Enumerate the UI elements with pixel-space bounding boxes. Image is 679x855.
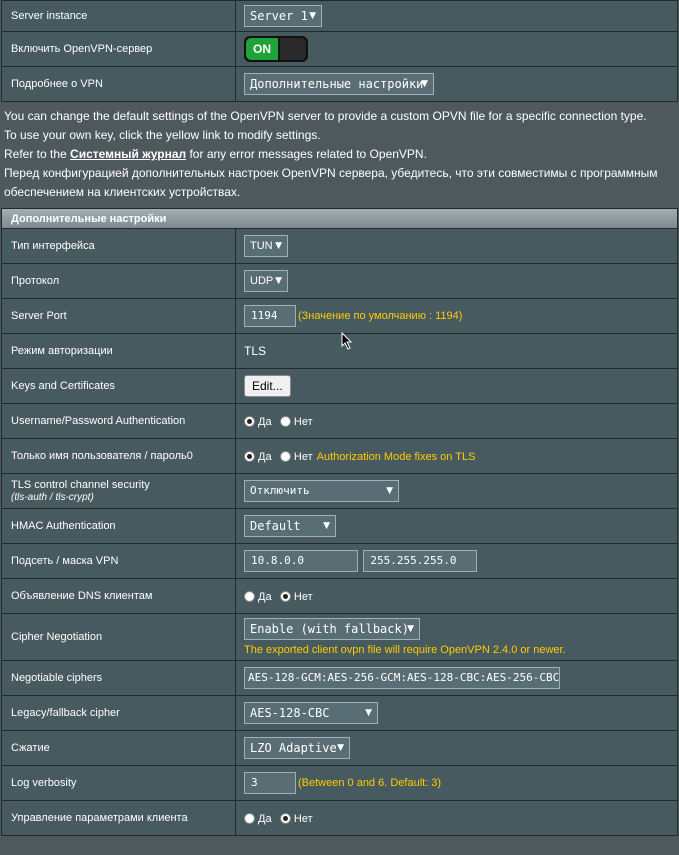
cipher-negotiation-select[interactable]: Enable (with fallback) ▼	[244, 618, 420, 640]
description-line: Refer to the Системный журнал for any er…	[4, 147, 427, 161]
description-block: You can change the default settings of t…	[0, 102, 679, 208]
description-line: Перед конфигурацией дополнительных настр…	[4, 166, 658, 199]
client-params-yes-radio[interactable]	[244, 813, 255, 825]
chevron-down-icon: ▼	[309, 11, 316, 21]
dns-no-radio[interactable]	[279, 591, 291, 603]
client-params-no-radio[interactable]	[279, 813, 291, 825]
log-verbosity-label: Log verbosity	[1, 765, 236, 801]
negotiable-ciphers-label: Negotiable ciphers	[1, 660, 236, 696]
userpass-yes-radio[interactable]	[244, 416, 255, 428]
useronly-auth-label: Только имя пользователя / пароль0	[1, 438, 236, 474]
keys-certificates-label: Keys and Certificates	[1, 368, 236, 404]
interface-type-label: Тип интерфейса	[1, 228, 236, 264]
userpass-auth-label: Username/Password Authentication	[1, 403, 236, 439]
log-verbosity-hint: (Between 0 and 6. Default: 3)	[298, 777, 442, 789]
chevron-down-icon: ▼	[407, 624, 414, 634]
tls-security-sublabel: (tls-auth / tls-crypt)	[11, 492, 94, 503]
chevron-down-icon: ▼	[323, 521, 330, 531]
interface-type-select[interactable]: TUN ▼	[244, 235, 288, 257]
log-verbosity-input[interactable]: 3	[244, 772, 296, 794]
chevron-down-icon: ▼	[421, 79, 428, 89]
negotiable-ciphers-input[interactable]: AES-128-GCM:AES-256-GCM:AES-128-CBC:AES-…	[244, 667, 560, 689]
dns-yes-radio[interactable]	[244, 591, 255, 603]
compression-select[interactable]: LZO Adaptive ▼	[244, 737, 350, 759]
hmac-auth-select[interactable]: Default ▼	[244, 515, 336, 537]
userpass-no-radio[interactable]	[279, 416, 291, 428]
chevron-down-icon: ▼	[365, 708, 372, 718]
auth-mode-label: Режим авторизации	[1, 333, 236, 369]
client-params-label: Управление параметрами клиента	[1, 800, 236, 836]
chevron-down-icon: ▼	[275, 276, 282, 286]
hmac-auth-label: HMAC Authentication	[1, 508, 236, 544]
advanced-settings-table: Тип интерфейса TUN ▼ Протокол UDP ▼ Server…	[1, 228, 678, 836]
useronly-yes-radio[interactable]	[244, 451, 255, 463]
vpn-details-select[interactable]: Дополнительные настройки ▼	[244, 73, 434, 95]
enable-openvpn-toggle[interactable]: ON	[244, 36, 308, 62]
cipher-negotiation-notice: The exported client ovpn file will requi…	[244, 644, 566, 656]
tls-security-select[interactable]: Отключить ▼	[244, 480, 399, 502]
tls-security-label: TLS control channel security (tls-auth / …	[1, 473, 236, 509]
top-settings-table: Server instance Server 1 ▼ Включить OpenV…	[1, 0, 678, 102]
vpn-subnet-input[interactable]: 10.8.0.0	[244, 550, 358, 572]
protocol-select[interactable]: UDP ▼	[244, 270, 288, 292]
description-line: You can change the default settings of t…	[4, 109, 647, 123]
chevron-down-icon: ▼	[386, 486, 393, 496]
useronly-hint: Authorization Mode fixes on TLS	[316, 450, 476, 463]
server-port-label: Server Port	[1, 298, 236, 334]
vpn-subnet-label: Подсеть / маска VPN	[1, 543, 236, 579]
vpn-mask-input[interactable]: 255.255.255.0	[363, 550, 478, 572]
dns-advertise-label: Объявление DNS клиентам	[1, 578, 236, 614]
server-port-hint: (Значение по умолчанию : 1194)	[298, 310, 463, 322]
legacy-cipher-label: Legacy/fallback cipher	[1, 695, 236, 731]
compression-label: Сжатие	[1, 730, 236, 766]
toggle-on-label: ON	[246, 38, 278, 60]
legacy-cipher-select[interactable]: AES-128-CBC ▼	[244, 702, 378, 724]
protocol-label: Протокол	[1, 263, 236, 299]
vpn-details-label: Подробнее о VPN	[1, 66, 236, 102]
mouse-cursor-icon	[341, 332, 353, 350]
server-instance-select[interactable]: Server 1 ▼	[244, 5, 322, 27]
cipher-negotiation-label: Cipher Negotiation	[1, 613, 236, 661]
chevron-down-icon: ▼	[275, 241, 282, 251]
server-port-input[interactable]: 1194	[244, 305, 296, 327]
edit-keys-button[interactable]: Edit...	[244, 375, 291, 397]
server-instance-label: Server instance	[1, 0, 236, 32]
toggle-knob	[280, 38, 306, 60]
description-line: To use your own key, click the yellow li…	[4, 128, 321, 142]
chevron-down-icon: ▼	[337, 743, 344, 753]
enable-openvpn-label: Включить OpenVPN-сервер	[1, 31, 236, 67]
auth-mode-value: TLS	[235, 333, 678, 369]
system-log-link[interactable]: Системный журнал	[70, 147, 186, 161]
useronly-no-radio[interactable]	[279, 451, 291, 463]
advanced-settings-header: Дополнительные настройки	[1, 208, 678, 228]
